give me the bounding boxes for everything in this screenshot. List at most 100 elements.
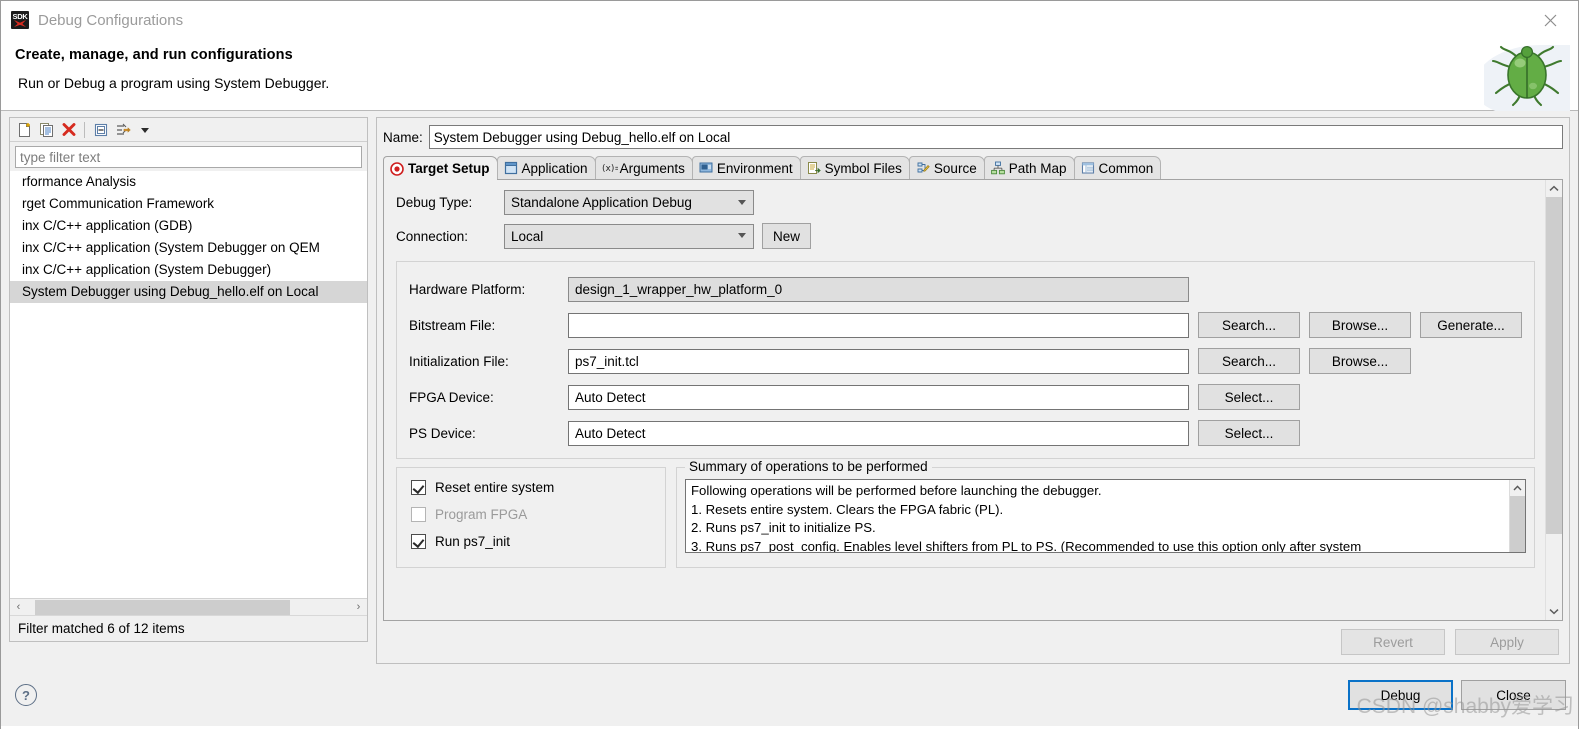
tab-path-map[interactable]: Path Map xyxy=(983,156,1075,179)
tab-label: Arguments xyxy=(619,160,685,176)
tab-arguments[interactable]: (x)= Arguments xyxy=(594,156,693,179)
scroll-up-icon[interactable] xyxy=(1546,180,1562,197)
scroll-down-icon[interactable] xyxy=(1546,603,1562,620)
chevron-down-icon xyxy=(738,199,746,205)
new-launch-configuration-icon[interactable] xyxy=(14,120,35,140)
initialization-file-input[interactable]: ps7_init.tcl xyxy=(568,348,1189,374)
fpga-select-button[interactable]: Select... xyxy=(1198,384,1300,410)
run-ps7-init-checkbox[interactable] xyxy=(411,534,426,549)
initialization-file-row: Initialization File: ps7_init.tcl Search… xyxy=(409,348,1522,374)
tab-common[interactable]: Common xyxy=(1073,156,1162,179)
debug-button[interactable]: Debug xyxy=(1348,680,1453,710)
summary-text: Following operations will be performed b… xyxy=(686,480,1509,552)
tree-item[interactable]: rget Communication Framework xyxy=(10,193,367,215)
scroll-up-icon[interactable] xyxy=(1510,480,1525,496)
reset-entire-system-checkbox[interactable] xyxy=(411,480,426,495)
debug-type-select[interactable]: Standalone Application Debug xyxy=(504,190,754,215)
environment-icon xyxy=(699,161,713,175)
tree-item[interactable]: inx C/C++ application (System Debugger) xyxy=(10,259,367,281)
ps-select-button[interactable]: Select... xyxy=(1198,420,1300,446)
tab-application[interactable]: Application xyxy=(496,156,596,179)
new-connection-button[interactable]: New xyxy=(762,223,812,249)
summary-box: Following operations will be performed b… xyxy=(685,479,1526,553)
target-bullseye-icon xyxy=(390,161,404,176)
bitstream-file-label: Bitstream File: xyxy=(409,317,496,333)
tab-label: Application xyxy=(521,160,588,176)
pane-scroll-thumb[interactable] xyxy=(1546,197,1562,534)
help-question-icon[interactable]: ? xyxy=(15,684,37,706)
summary-vertical-scrollbar[interactable] xyxy=(1509,480,1525,552)
chevron-down-icon xyxy=(738,233,746,238)
tree-item[interactable]: inx C/C++ application (GDB) xyxy=(10,215,367,237)
hscroll-track[interactable] xyxy=(27,599,350,615)
tree-horizontal-scrollbar[interactable]: ‹ › xyxy=(10,598,367,615)
bitstream-search-button[interactable]: Search... xyxy=(1198,312,1300,338)
page-subtitle: Run or Debug a program using System Debu… xyxy=(18,75,330,91)
pane-vertical-scrollbar[interactable] xyxy=(1545,180,1562,620)
filter-icon[interactable] xyxy=(112,120,133,140)
tab-source[interactable]: Source xyxy=(908,156,985,179)
tab-target-setup[interactable]: Target Setup xyxy=(383,156,498,180)
sdk-icon xyxy=(11,11,29,29)
initialization-file-label: Initialization File: xyxy=(409,353,509,369)
chevron-down-icon[interactable] xyxy=(134,120,155,140)
init-search-button[interactable]: Search... xyxy=(1198,348,1300,374)
tab-environment[interactable]: Environment xyxy=(691,156,801,179)
fpga-device-input[interactable]: Auto Detect xyxy=(568,384,1189,410)
operations-checkbox-group: Reset entire system Program FPGA Run ps7… xyxy=(396,467,666,568)
tab-bar: Target Setup Application (x)= xyxy=(383,156,1563,180)
scroll-left-icon[interactable]: ‹ xyxy=(10,600,27,615)
hardware-platform-value: design_1_wrapper_hw_platform_0 xyxy=(575,281,783,297)
tab-label: Environment xyxy=(716,160,793,176)
fpga-device-label: FPGA Device: xyxy=(409,389,494,405)
run-ps7-init-row[interactable]: Run ps7_init xyxy=(411,534,655,549)
fpga-device-row: FPGA Device: Auto Detect Select... xyxy=(409,384,1522,410)
search-input[interactable] xyxy=(15,146,362,168)
ps-device-row: PS Device: Auto Detect Select... xyxy=(409,420,1522,446)
scroll-right-icon[interactable]: › xyxy=(350,600,367,615)
arguments-variable-icon: (x)= xyxy=(602,161,622,175)
configuration-name-input[interactable] xyxy=(428,125,1563,149)
tree-item-selected[interactable]: System Debugger using Debug_hello.elf on… xyxy=(10,281,367,303)
tab-label: Common xyxy=(1098,160,1154,176)
tree-item[interactable]: rformance Analysis xyxy=(10,171,367,193)
close-icon[interactable] xyxy=(1528,2,1572,38)
tab-symbol-files[interactable]: Symbol Files xyxy=(799,156,910,179)
pane-scroll-track[interactable] xyxy=(1546,197,1562,603)
init-browse-button[interactable]: Browse... xyxy=(1309,348,1411,374)
ps-device-input[interactable]: Auto Detect xyxy=(568,420,1189,446)
delete-icon[interactable] xyxy=(58,120,79,140)
bitstream-generate-button[interactable]: Generate... xyxy=(1420,312,1522,338)
window-title: Debug Configurations xyxy=(38,11,184,29)
summary-line: Following operations will be performed b… xyxy=(691,483,1102,498)
header-banner: Create, manage, and run configurations R… xyxy=(1,39,1578,111)
summary-legend: Summary of operations to be performed xyxy=(685,459,932,474)
program-fpga-row: Program FPGA xyxy=(411,507,655,522)
debug-type-label: Debug Type: xyxy=(396,195,473,210)
run-ps7-init-label: Run ps7_init xyxy=(435,534,511,549)
duplicate-icon[interactable] xyxy=(36,120,57,140)
apply-button: Apply xyxy=(1455,629,1559,655)
configurations-tree[interactable]: rformance Analysis rget Communication Fr… xyxy=(10,171,367,598)
hardware-platform-label: Hardware Platform: xyxy=(409,281,526,297)
path-map-icon xyxy=(990,161,1005,175)
collapse-all-icon[interactable] xyxy=(90,120,111,140)
summary-line: 1. Resets entire system. Clears the FPGA… xyxy=(691,501,1004,517)
hardware-platform-select[interactable]: design_1_wrapper_hw_platform_0 xyxy=(568,276,1189,302)
common-table-icon xyxy=(1081,161,1095,175)
name-row: Name: xyxy=(383,124,1563,150)
close-button[interactable]: Close xyxy=(1461,680,1566,710)
debug-type-value: Standalone Application Debug xyxy=(511,195,692,210)
tab-label: Target Setup xyxy=(408,161,490,176)
hscroll-thumb[interactable] xyxy=(35,599,290,615)
name-label: Name: xyxy=(383,129,423,145)
summary-scroll-thumb[interactable] xyxy=(1510,496,1525,552)
bitstream-file-input[interactable] xyxy=(568,312,1189,338)
reset-entire-system-row[interactable]: Reset entire system xyxy=(411,480,655,495)
connection-select[interactable]: Local xyxy=(504,223,754,249)
revert-button: Revert xyxy=(1341,629,1445,655)
connection-row: Connection: Local New xyxy=(396,223,1535,249)
tree-item[interactable]: inx C/C++ application (System Debugger o… xyxy=(10,237,367,259)
filter-status-text: Filter matched 6 of 12 items xyxy=(10,615,367,641)
bitstream-browse-button[interactable]: Browse... xyxy=(1309,312,1411,338)
